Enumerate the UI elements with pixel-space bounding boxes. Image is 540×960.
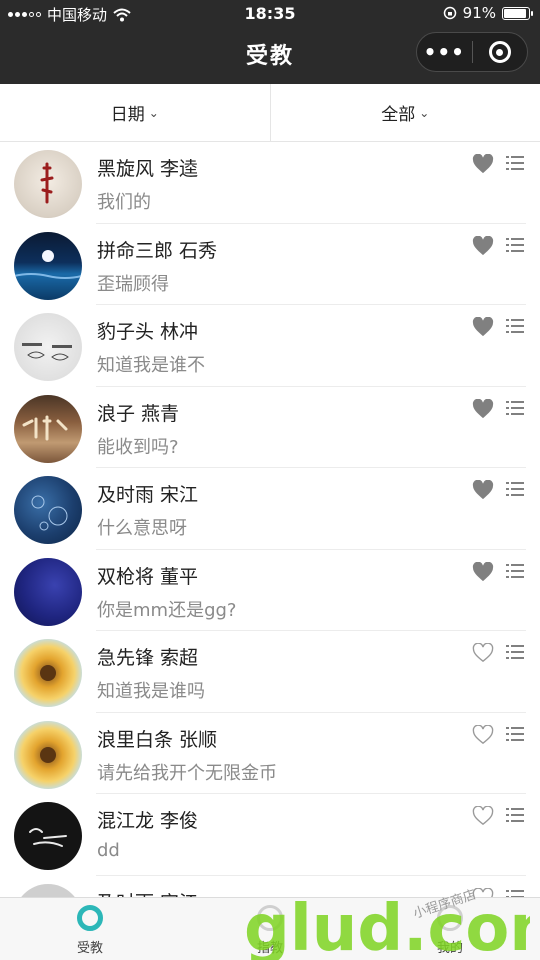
list-item[interactable]: 浪里白条 张顺 请先给我开个无限金币 (0, 713, 540, 795)
filter-all[interactable]: 全部 ⌄ (269, 84, 540, 141)
close-button[interactable] (472, 41, 527, 63)
list-menu-icon[interactable] (506, 319, 524, 333)
close-ring-icon (488, 41, 511, 63)
list-menu-icon[interactable] (506, 889, 524, 898)
contact-name: 及时雨 宋江 (97, 484, 199, 506)
top-bar: 中国移动 18:35 91% 受教 ••• (0, 0, 540, 84)
tab-bar: 受教 指教 我的 (0, 897, 540, 960)
contact-name: 浪里白条 张顺 (97, 728, 218, 751)
wooden-sign-mark (22, 415, 68, 440)
status-bar: 中国移动 18:35 91% (0, 0, 540, 28)
heart-filled-icon[interactable] (472, 317, 494, 337)
contact-name: 急先锋 索超 (97, 647, 199, 669)
list-item[interactable]: 及时雨 宋江 (0, 876, 540, 898)
tab-mine[interactable]: 我的 (360, 898, 540, 960)
list-menu-icon[interactable] (506, 645, 524, 659)
avatar (14, 150, 82, 218)
filter-date-label: 日期 (110, 105, 145, 125)
tab-advise-label: 指教 (256, 941, 283, 956)
contact-name: 拼命三郎 石秀 (97, 239, 218, 262)
ring-icon (77, 905, 103, 931)
avatar (14, 476, 82, 544)
message-preview: dd (97, 840, 120, 861)
avatar (14, 557, 82, 626)
message-preview: 请先给我开个无限金币 (97, 762, 277, 784)
calligraphy-mark (40, 162, 54, 204)
more-button[interactable]: ••• (417, 40, 472, 64)
message-preview: 知道我是谁吗 (97, 681, 205, 702)
ring-icon (257, 905, 283, 931)
message-preview: 你是mm还是gg? (97, 599, 237, 621)
filter-bar: 日期 ⌄ 全部 ⌄ (0, 84, 540, 142)
filter-date[interactable]: 日期 ⌄ (0, 84, 270, 141)
message-preview: 歪瑞顾得 (97, 273, 169, 295)
heart-filled-icon[interactable] (472, 480, 494, 500)
contact-name: 豹子头 林冲 (97, 321, 199, 343)
heart-outline-icon[interactable] (472, 887, 494, 898)
list-menu-icon[interactable] (506, 563, 524, 578)
list-menu-icon[interactable] (506, 482, 524, 496)
list-item[interactable]: 豹子头 林冲 知道我是谁不 (0, 305, 540, 387)
avatar (14, 231, 82, 300)
heart-filled-icon[interactable] (472, 398, 494, 419)
sunflower-mark (40, 665, 56, 681)
list-menu-icon[interactable] (506, 156, 524, 170)
rotation-lock-icon (443, 6, 456, 20)
moon-sea-mark (14, 249, 82, 279)
heart-outline-icon[interactable] (472, 643, 494, 663)
mini-program-capsule: ••• (416, 32, 528, 72)
list-item[interactable]: 浪子 燕青 能收到吗? (0, 387, 540, 469)
avatar (14, 883, 82, 897)
tab-mine-label: 我的 (436, 941, 463, 956)
message-preview: 我们的 (97, 192, 151, 213)
battery-percent: 91% (462, 4, 496, 22)
avatar (14, 639, 82, 707)
handwriting-mark (29, 828, 67, 847)
ring-icon (437, 905, 463, 931)
list-item[interactable]: 黑旋风 李逵 我们的 (0, 142, 540, 224)
list-item[interactable]: 拼命三郎 石秀 歪瑞顾得 (0, 224, 540, 306)
tab-received-label: 受教 (76, 941, 103, 956)
tab-advise[interactable]: 指教 (180, 898, 360, 960)
avatar (14, 394, 82, 463)
chevron-down-icon: ⌄ (148, 105, 159, 120)
message-preview: 什么意思呀 (97, 518, 187, 539)
heart-filled-icon[interactable] (472, 561, 494, 582)
list-item[interactable]: 双枪将 董平 你是mm还是gg? (0, 550, 540, 632)
contact-name: 混江龙 李俊 (97, 810, 199, 832)
message-list: 黑旋风 李逵 我们的 拼命三郎 石秀 歪瑞顾得 豹子头 林冲 知道我是谁不 浪子… (0, 142, 540, 897)
list-item[interactable]: 混江龙 李俊 dd (0, 794, 540, 876)
heart-outline-icon[interactable] (472, 724, 494, 745)
chevron-down-icon: ⌄ (419, 105, 430, 120)
list-menu-icon[interactable] (506, 400, 524, 415)
filter-all-label: 全部 (381, 105, 416, 125)
list-menu-icon[interactable] (506, 808, 524, 822)
contact-name: 浪子 燕青 (97, 402, 180, 425)
heart-filled-icon[interactable] (472, 154, 494, 174)
contact-name: 黑旋风 李逵 (97, 158, 199, 180)
avatar (14, 720, 82, 789)
list-item[interactable]: 及时雨 宋江 什么意思呀 (0, 468, 540, 550)
heart-outline-icon[interactable] (472, 806, 494, 826)
avatar (14, 802, 82, 870)
heart-filled-icon[interactable] (472, 235, 494, 256)
list-menu-icon[interactable] (506, 237, 524, 252)
message-preview: 能收到吗? (97, 436, 179, 458)
battery-icon (502, 6, 533, 20)
tab-received[interactable]: 受教 (0, 898, 180, 960)
sunflower-mark (40, 746, 56, 763)
list-menu-icon[interactable] (506, 726, 524, 741)
rain-drops-mark (31, 495, 68, 531)
message-preview: 知道我是谁不 (97, 355, 205, 376)
contact-name: 及时雨 宋江 (97, 888, 198, 898)
list-item[interactable]: 急先锋 索超 知道我是谁吗 (0, 631, 540, 713)
contact-name: 双枪将 董平 (97, 565, 199, 588)
fish-sketch-mark (22, 343, 72, 361)
avatar (14, 313, 82, 381)
